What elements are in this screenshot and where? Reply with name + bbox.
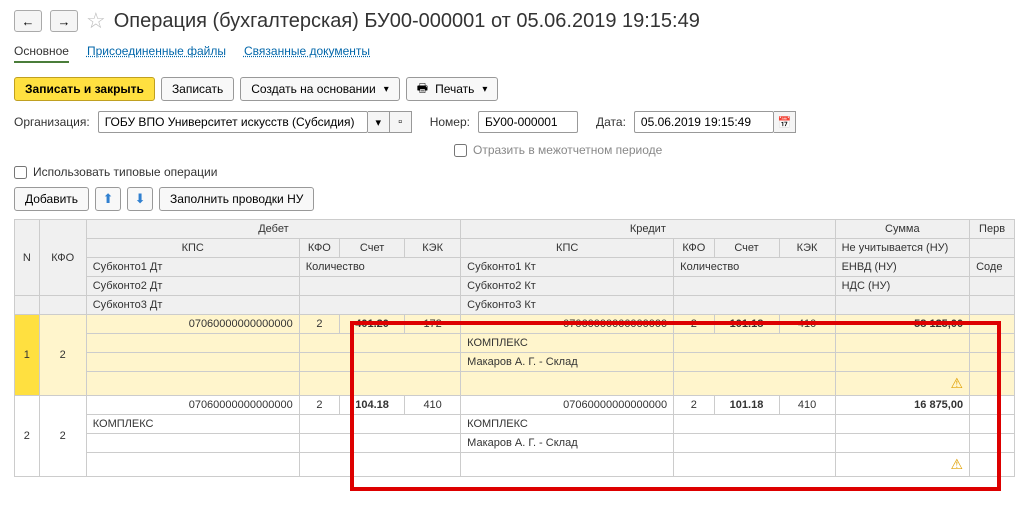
col-not-nu: Не учитывается (НУ) [835,239,970,258]
print-button[interactable]: Печать [406,77,499,101]
col-perv: Перв [970,220,1015,239]
save-button[interactable]: Записать [161,77,234,101]
col-kps-c: КПС [461,239,674,258]
table-row[interactable]: Макаров А. Г. - Склад [15,434,1015,453]
col-credit: Кредит [461,220,835,239]
table-row[interactable]: КОМПЛЕКС [15,334,1015,353]
page-title: Операция (бухгалтерская) БУ00-000001 от … [114,10,700,33]
org-open-button[interactable]: ▫ [390,111,412,133]
col-sub3d: Субконто3 Дт [86,296,299,315]
col-kfo: КФО [39,220,86,296]
col-envd: ЕНВД (НУ) [835,258,970,277]
col-acct-c: Счет [714,239,779,258]
col-qty-c: Количество [674,258,835,277]
interperiod-label: Отразить в межотчетном периоде [473,143,662,157]
col-n: N [15,220,40,296]
col-kek-c: КЭК [779,239,835,258]
col-qty-d: Количество [299,258,460,277]
org-input[interactable] [98,111,368,133]
create-based-button[interactable]: Создать на основании [240,77,400,101]
col-sub1k: Субконто1 Кт [461,258,674,277]
col-kfo-c: КФО [674,239,714,258]
org-dropdown-button[interactable]: ▾ [368,111,390,133]
col-kfo-d: КФО [299,239,339,258]
use-typical-label: Использовать типовые операции [33,165,217,179]
nav-forward-button[interactable]: → [50,10,78,32]
warning-icon: ⚠ [951,375,964,392]
number-input[interactable] [478,111,578,133]
table-row[interactable]: ⚠ [15,453,1015,477]
table-row[interactable]: Макаров А. Г. - Склад [15,353,1015,372]
col-sub2d: Субконто2 Дт [86,277,299,296]
col-sub2k: Субконто2 Кт [461,277,674,296]
table-row[interactable]: 1 2 07060000000000000 2 401.20 172 07060… [15,315,1015,334]
tab-main[interactable]: Основное [14,44,69,63]
date-input[interactable] [634,111,774,133]
arrow-up-icon: ⬆ [103,191,114,207]
col-kps-d: КПС [86,239,299,258]
warning-icon: ⚠ [951,456,964,473]
col-sub1d: Субконто1 Дт [86,258,299,277]
interperiod-checkbox[interactable] [454,144,467,157]
tab-files[interactable]: Присоединенные файлы [87,44,226,63]
table-row[interactable]: 2 2 07060000000000000 2 104.18 410 07060… [15,396,1015,415]
col-nds: НДС (НУ) [835,277,970,296]
print-icon [417,79,431,100]
save-close-button[interactable]: Записать и закрыть [14,77,155,101]
move-up-button[interactable]: ⬆ [95,187,121,211]
move-down-button[interactable]: ⬇ [127,187,153,211]
col-sum: Сумма [835,220,970,239]
add-button[interactable]: Добавить [14,187,89,211]
tab-related-docs[interactable]: Связанные документы [244,44,370,63]
star-icon[interactable]: ☆ [86,8,106,34]
table-row[interactable]: ⚠ [15,372,1015,396]
org-label: Организация: [14,115,90,129]
col-acct-d: Счет [340,239,405,258]
nav-back-button[interactable]: ← [14,10,42,32]
col-kek-d: КЭК [405,239,461,258]
fill-nu-button[interactable]: Заполнить проводки НУ [159,187,314,211]
col-sub3k: Субконто3 Кт [461,296,674,315]
calendar-button[interactable] [774,111,796,133]
entries-grid[interactable]: N КФО Дебет Кредит Сумма Перв КПС КФО Сч… [14,219,1015,477]
use-typical-checkbox[interactable] [14,166,27,179]
table-row[interactable]: КОМПЛЕКС КОМПЛЕКС [15,415,1015,434]
date-label: Дата: [596,115,626,129]
number-label: Номер: [430,115,470,129]
col-debit: Дебет [86,220,460,239]
col-sod: Соде [970,258,1015,277]
arrow-down-icon: ⬇ [135,191,146,207]
